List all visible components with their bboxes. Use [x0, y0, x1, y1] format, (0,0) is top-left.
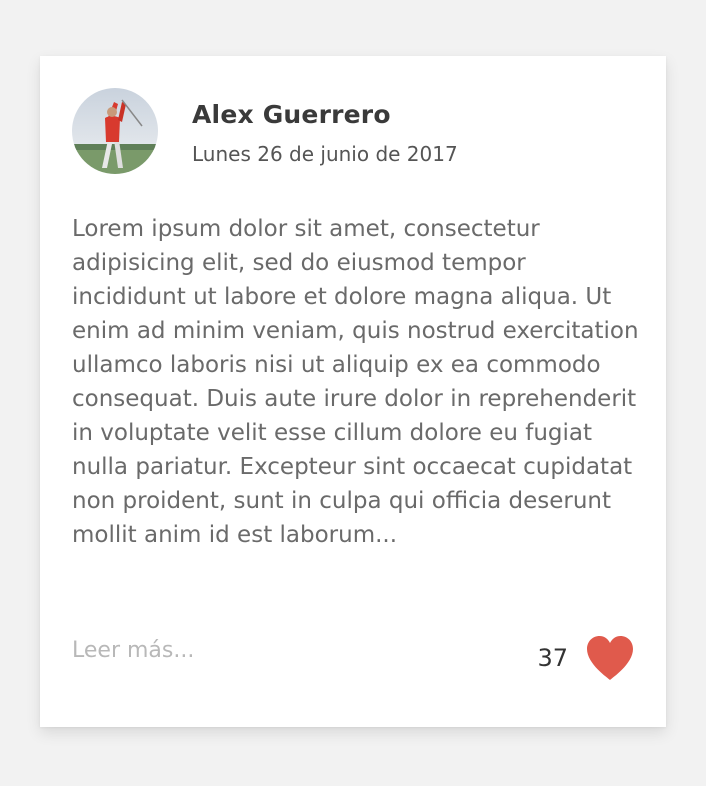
- author-name[interactable]: Alex Guerrero: [192, 100, 391, 129]
- like-section: 37: [537, 634, 636, 682]
- post-body: Lorem ipsum dolor sit amet, consectetur …: [72, 216, 639, 548]
- read-more-link[interactable]: Leer más...: [72, 638, 194, 663]
- heart-icon[interactable]: [584, 634, 636, 682]
- post-date: Lunes 26 de junio de 2017: [192, 142, 458, 166]
- avatar[interactable]: [72, 88, 158, 174]
- like-count: 37: [537, 644, 568, 672]
- avatar-photo: [72, 88, 158, 174]
- post-card: Alex Guerrero Lunes 26 de junio de 2017 …: [40, 56, 666, 727]
